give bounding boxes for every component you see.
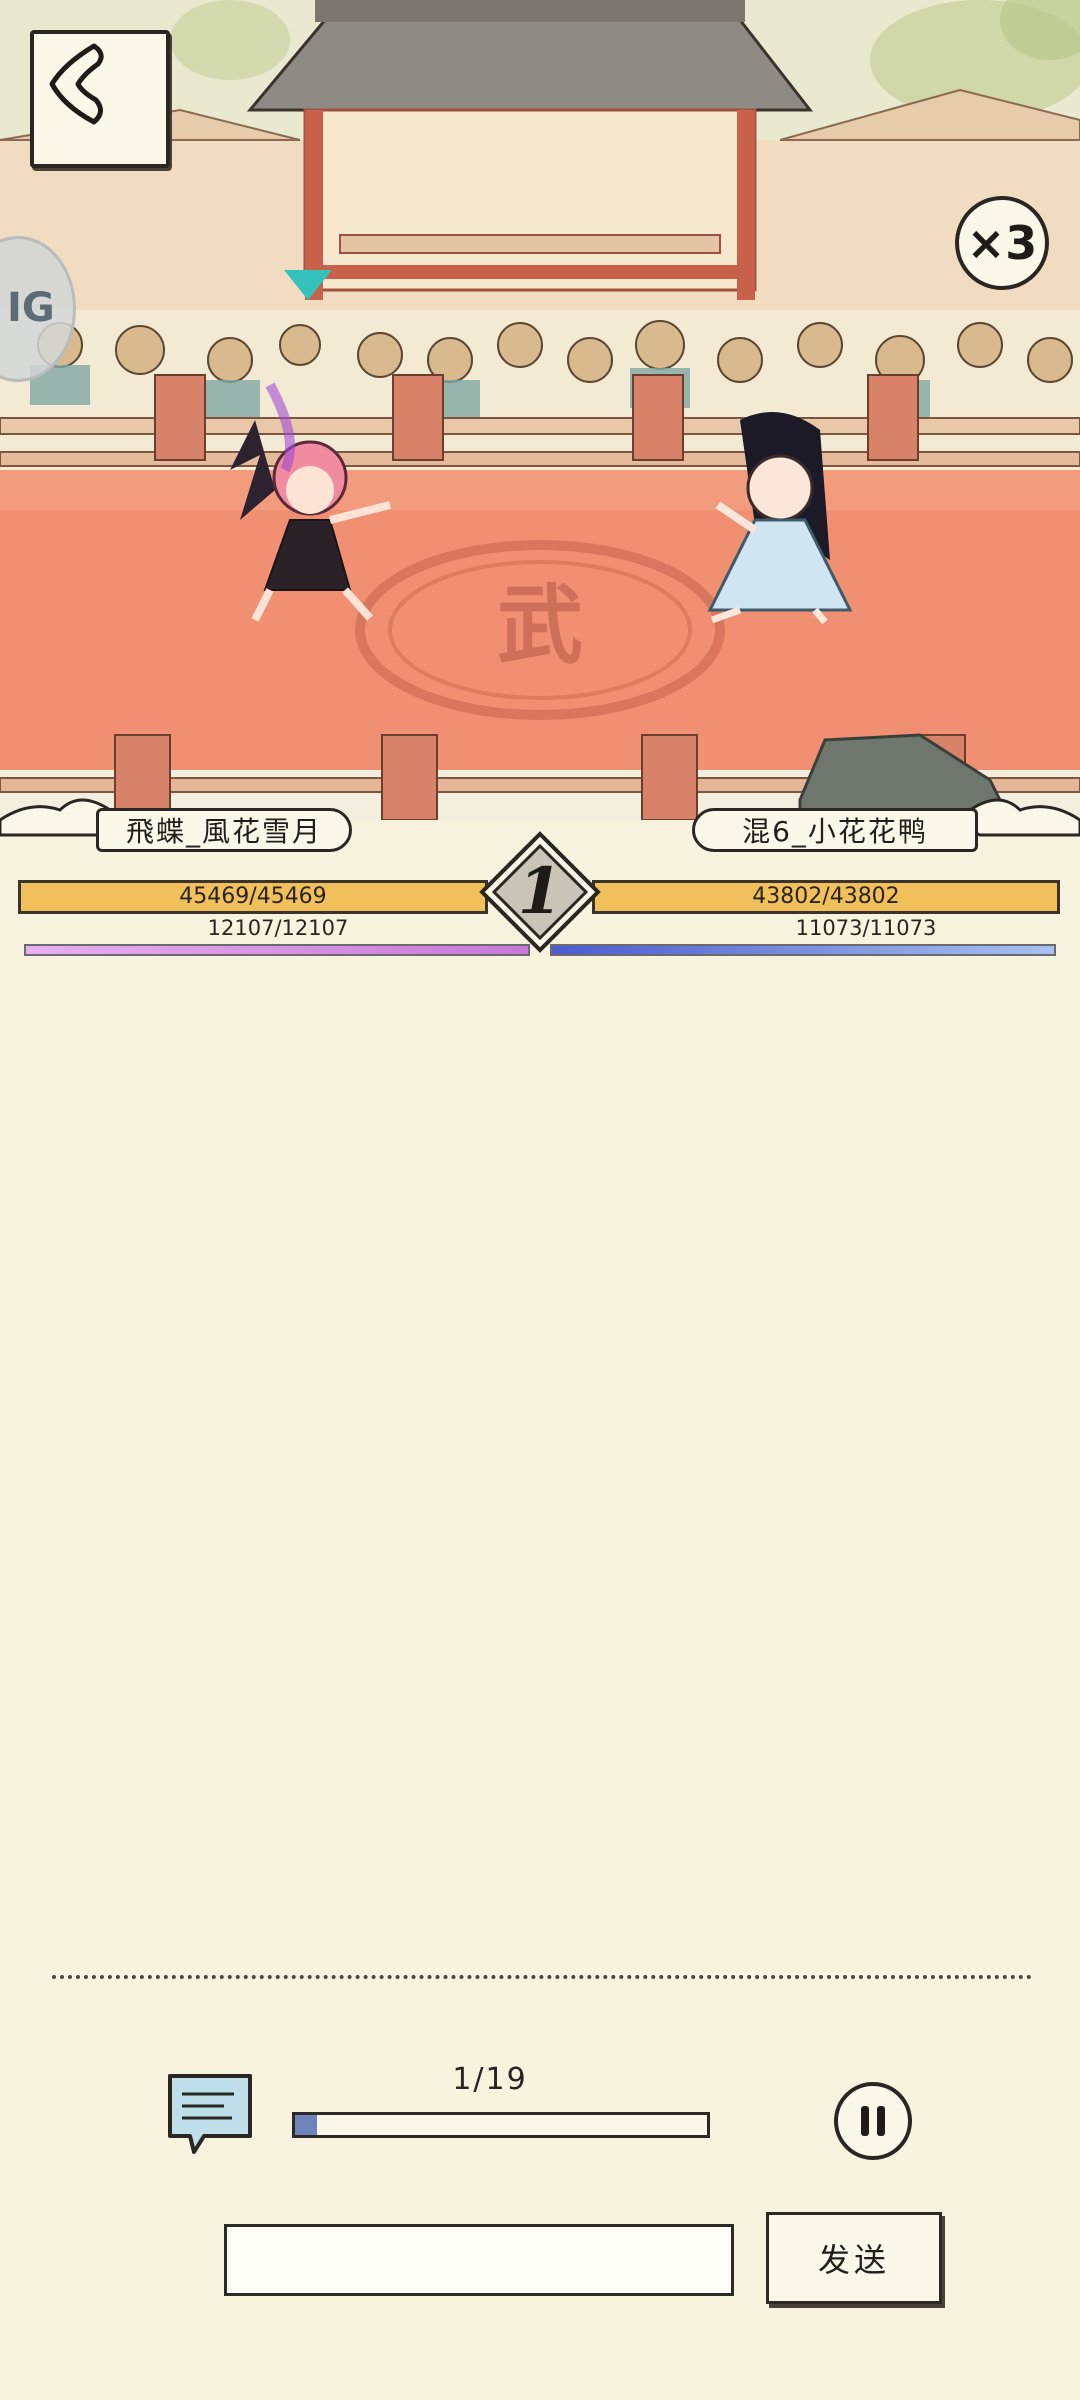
- floor-emblem-glyph: 武: [497, 575, 583, 676]
- left-hp-bar: 45469/45469: [18, 880, 488, 914]
- playback-progress-text: 1/19: [452, 2062, 528, 2097]
- left-mp-fill: [26, 946, 528, 954]
- chat-input[interactable]: [224, 2224, 734, 2296]
- log-divider: [52, 1975, 1032, 1979]
- right-mp-bar: [550, 944, 1056, 956]
- pause-icon: [861, 2106, 869, 2136]
- pause-button[interactable]: [834, 2082, 912, 2160]
- right-mp-text: 11073/11073: [795, 916, 937, 940]
- playback-progress-fill: [295, 2115, 317, 2135]
- chevron-left-icon: [49, 43, 104, 125]
- left-mp-bar: [24, 944, 530, 956]
- speed-toggle-button[interactable]: ×3: [955, 196, 1049, 290]
- left-player-name: 飛蝶_風花雪月: [96, 808, 352, 852]
- round-number: 1: [517, 854, 563, 929]
- right-mp-fill: [552, 946, 1054, 954]
- left-mp-text: 12107/12107: [207, 916, 349, 940]
- chat-log-icon: [168, 2074, 252, 2154]
- send-button[interactable]: 发送: [766, 2212, 942, 2304]
- right-hp-text: 43802/43802: [752, 884, 900, 909]
- chat-log-button[interactable]: [164, 2070, 256, 2158]
- right-hp-bar: 43802/43802: [592, 880, 1060, 914]
- playback-progress-bar[interactable]: [292, 2112, 710, 2138]
- active-turn-marker-icon: [284, 270, 332, 300]
- right-player-name: 混6_小花花鸭: [692, 808, 978, 852]
- left-hp-text: 45469/45469: [179, 884, 327, 909]
- battle-arena: 武 IG ×3: [0, 0, 1080, 820]
- back-button[interactable]: [30, 30, 170, 168]
